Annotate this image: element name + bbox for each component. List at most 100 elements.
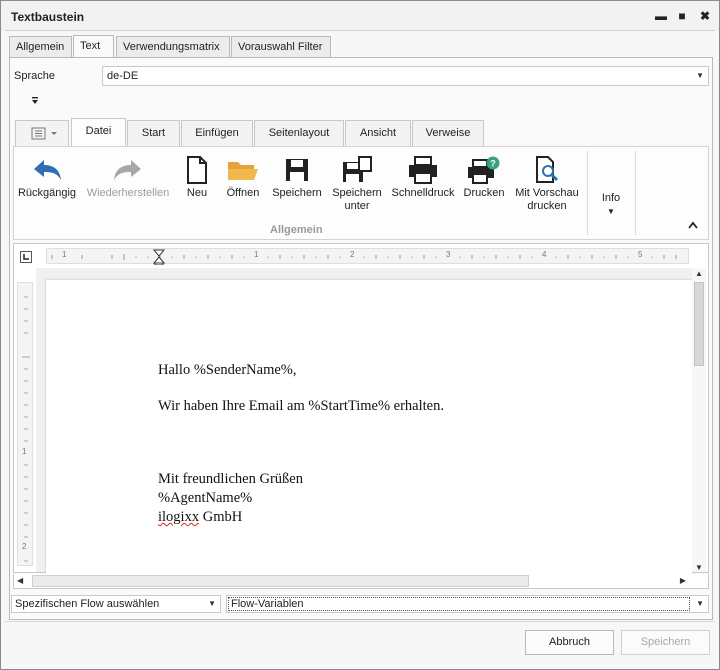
company-suffix: GmbH <box>199 509 243 525</box>
ribbon-group-label: Allgemein <box>270 224 323 236</box>
save-icon <box>268 153 326 187</box>
doc-line-greeting: Hallo %SenderName%, <box>158 362 297 378</box>
save-ribbon-button[interactable]: Speichern <box>268 153 326 200</box>
print-preview-icon <box>512 153 582 187</box>
scroll-down-icon[interactable]: ▼ <box>695 563 703 572</box>
quick-access-customize-icon[interactable] <box>30 96 40 108</box>
rich-text-editor[interactable]: 1 1 2 3 4 5 1 2 Hallo %SenderName%, Wir … <box>13 243 709 580</box>
ruler-number: 3 <box>446 250 451 259</box>
print-preview-label-2: drucken <box>527 200 567 212</box>
ruler-number: 1 <box>22 447 27 456</box>
ruler-number: 2 <box>350 250 355 259</box>
horizontal-ruler[interactable]: 1 1 2 3 4 5 <box>46 248 689 265</box>
chevron-down-icon: ▼ <box>696 599 704 608</box>
save-label: Speichern <box>272 187 322 199</box>
save-as-button[interactable]: Speichern unter <box>328 153 386 213</box>
ruler-number: 1 <box>254 250 259 259</box>
ribbon-tab-start[interactable]: Start <box>127 120 180 147</box>
collapse-ribbon-icon[interactable] <box>688 220 698 232</box>
tab-allgemein[interactable]: Allgemein <box>9 36 72 58</box>
quick-print-button[interactable]: Schnelldruck <box>390 153 456 200</box>
scroll-right-icon[interactable]: ▶ <box>680 576 686 585</box>
document-canvas: Hallo %SenderName%, Wir haben Ihre Email… <box>36 268 692 580</box>
vertical-scroll-thumb[interactable] <box>694 282 704 366</box>
ribbon-tab-einfuegen[interactable]: Einfügen <box>181 120 253 147</box>
tab-verwendungsmatrix[interactable]: Verwendungsmatrix <box>116 36 230 58</box>
print-preview-button[interactable]: Mit Vorschau drucken <box>512 153 582 213</box>
undo-label: Rückgängig <box>17 187 77 199</box>
flow-select-value: Spezifischen Flow auswählen <box>15 598 160 610</box>
language-label: Sprache <box>14 70 55 82</box>
tab-stop-selector[interactable] <box>20 251 32 263</box>
flow-variables-value: Flow-Variablen <box>228 597 690 611</box>
print-label: Drucken <box>463 187 505 199</box>
redo-icon <box>84 153 172 187</box>
ribbon-file-menu-button[interactable] <box>15 120 69 147</box>
print-icon: ? <box>460 153 508 187</box>
ruler-number: 4 <box>542 250 547 259</box>
flow-variables-select[interactable]: Flow-Variablen ▼ <box>226 595 709 613</box>
vertical-scrollbar[interactable]: ▲ ▼ <box>692 268 706 572</box>
quick-print-label: Schnelldruck <box>391 187 455 199</box>
doc-line-closing: Mit freundlichen Grüßen <box>158 471 303 487</box>
print-preview-label-1: Mit Vorschau <box>515 187 579 199</box>
quick-print-icon <box>390 153 456 187</box>
info-dropdown-button[interactable]: Info ▼ <box>596 192 626 218</box>
misspelled-word: ilogixx <box>158 509 200 525</box>
document-page[interactable]: Hallo %SenderName%, Wir haben Ihre Email… <box>46 280 692 580</box>
doc-line-company: ilogixx GmbH <box>158 509 242 526</box>
chevron-down-icon: ▼ <box>208 599 216 608</box>
ribbon-separator <box>587 151 588 235</box>
ribbon-tab-ansicht[interactable]: Ansicht <box>345 120 411 147</box>
doc-line-received: Wir haben Ihre Email am %StartTime% erha… <box>158 398 444 414</box>
horizontal-scroll-thumb[interactable] <box>32 575 529 587</box>
save-as-label-2: unter <box>344 200 370 212</box>
scroll-up-icon[interactable]: ▲ <box>695 269 703 278</box>
redo-button[interactable]: Wiederherstellen <box>84 153 172 200</box>
ruler-number: 1 <box>62 250 67 259</box>
save-as-icon <box>328 153 386 187</box>
ribbon-tab-strip: Datei Start Einfügen Seitenlayout Ansich… <box>13 118 709 148</box>
minimize-button[interactable]: ▬ <box>653 9 669 23</box>
print-button[interactable]: ? Drucken <box>460 153 508 200</box>
scroll-left-icon[interactable]: ◀ <box>17 576 23 585</box>
footer-divider <box>5 621 715 622</box>
open-button[interactable]: Öffnen <box>220 153 266 200</box>
chevron-down-icon: ▼ <box>607 207 615 216</box>
open-folder-icon <box>220 153 266 187</box>
close-button[interactable]: ✖ <box>697 9 713 23</box>
new-button[interactable]: Neu <box>180 153 214 200</box>
cancel-button[interactable]: Abbruch <box>525 630 614 655</box>
title-bar: Textbaustein ▬ ■ ✖ <box>1 1 719 31</box>
maximize-button[interactable]: ■ <box>674 9 690 23</box>
dialog-window: Textbaustein ▬ ■ ✖ Allgemein Text Verwen… <box>0 0 720 670</box>
horizontal-scrollbar[interactable]: ◀ ▶ <box>13 574 709 589</box>
vertical-ruler[interactable]: 1 2 <box>17 282 33 566</box>
chevron-down-icon: ▼ <box>696 71 704 80</box>
ribbon-panel: Rückgängig Wiederherstellen Neu Öffnen S… <box>13 146 709 240</box>
redo-label: Wiederherstellen <box>86 187 170 199</box>
tab-text[interactable]: Text <box>73 35 114 58</box>
ribbon-tab-datei[interactable]: Datei <box>71 118 126 148</box>
undo-button[interactable]: Rückgängig <box>16 153 78 200</box>
save-button[interactable]: Speichern <box>621 630 710 655</box>
info-label: Info <box>601 192 621 204</box>
ruler-number: 5 <box>638 250 643 259</box>
svg-text:?: ? <box>490 159 496 169</box>
new-document-icon <box>180 153 214 187</box>
new-label: Neu <box>186 187 208 199</box>
ribbon-tab-seitenlayout[interactable]: Seitenlayout <box>254 120 344 147</box>
language-value: de-DE <box>107 70 139 82</box>
ruler-number: 2 <box>22 542 27 551</box>
undo-icon <box>16 153 78 187</box>
window-title: Textbaustein <box>11 10 85 24</box>
open-label: Öffnen <box>226 187 260 199</box>
doc-line-agent: %AgentName% <box>158 490 253 506</box>
save-as-label-1: Speichern <box>332 187 382 199</box>
tab-vorauswahl-filter[interactable]: Vorauswahl Filter <box>231 36 331 58</box>
language-dropdown[interactable]: de-DE ▼ <box>102 66 709 86</box>
ribbon-tab-verweise[interactable]: Verweise <box>412 120 484 147</box>
title-divider <box>5 30 715 31</box>
ribbon-separator <box>635 151 636 235</box>
flow-select[interactable]: Spezifischen Flow auswählen ▼ <box>11 595 221 613</box>
